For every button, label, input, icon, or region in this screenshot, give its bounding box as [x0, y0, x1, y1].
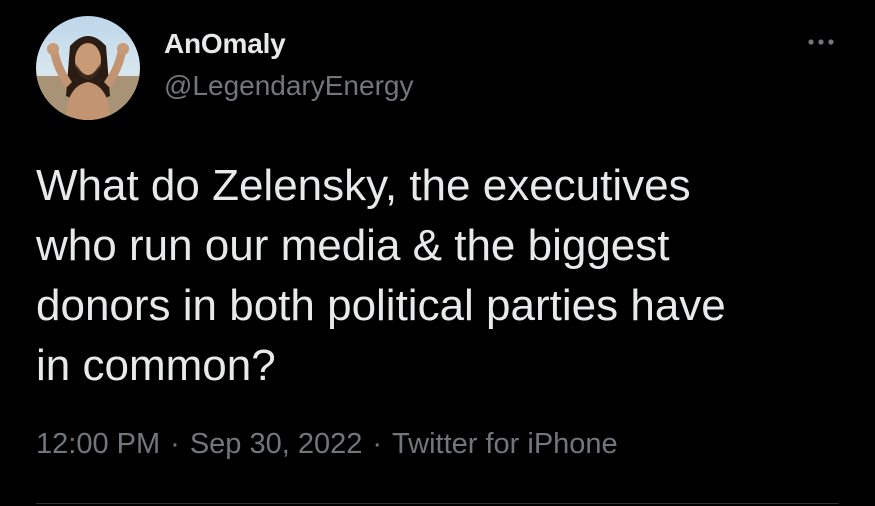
tweet-text: What do Zelensky, the executives who run… [36, 161, 726, 390]
display-name[interactable]: AnOmaly [164, 28, 286, 60]
divider [36, 503, 839, 504]
tweet-time[interactable]: 12:00 PM [36, 428, 160, 460]
tweet-meta: 12:00 PM · Sep 30, 2022 · Twitter for iPhone [36, 428, 618, 461]
meta-separator: · [372, 428, 383, 460]
avatar-photo-icon [36, 16, 140, 120]
tweet: AnOmaly @LegendaryEnergy What do Zelensk… [0, 0, 875, 506]
tweet-source[interactable]: Twitter for iPhone [392, 428, 618, 460]
avatar[interactable] [36, 16, 140, 120]
tweet-date[interactable]: Sep 30, 2022 [190, 428, 363, 460]
meta-separator: · [170, 428, 180, 460]
user-handle[interactable]: @LegendaryEnergy [164, 70, 413, 102]
more-horizontal-icon [808, 39, 834, 45]
more-options-button[interactable] [806, 32, 836, 52]
